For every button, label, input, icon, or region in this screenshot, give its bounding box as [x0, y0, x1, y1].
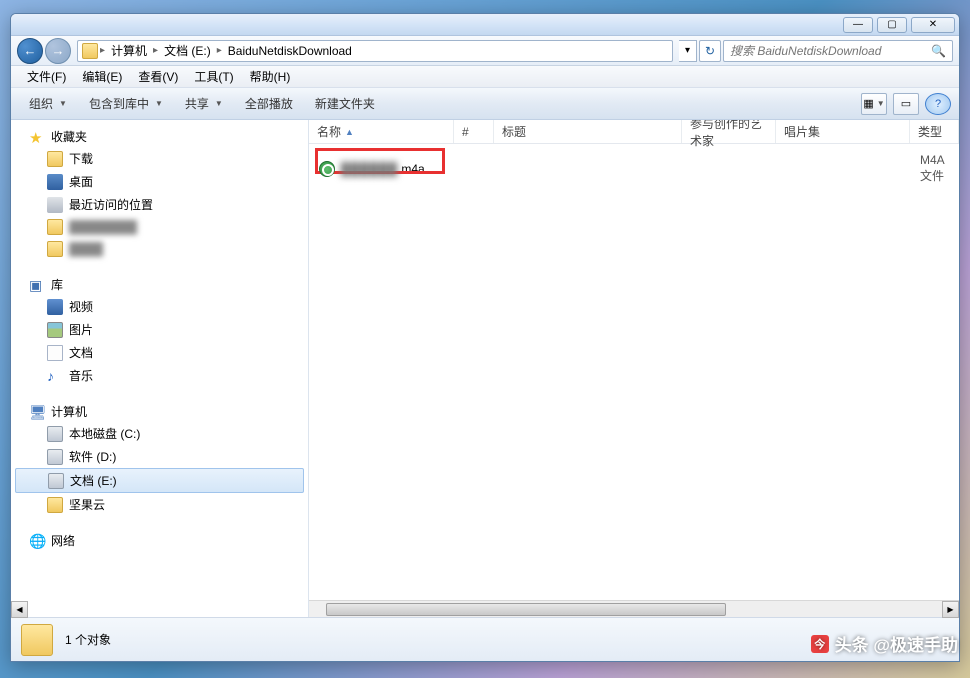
- menu-edit[interactable]: 编辑(E): [74, 68, 130, 85]
- column-name[interactable]: 名称▲: [309, 120, 454, 143]
- document-icon: [47, 345, 63, 361]
- library-icon: ▣: [29, 277, 45, 293]
- sidebar-item-drive-d[interactable]: 软件 (D:): [11, 445, 308, 468]
- sidebar-item-documents[interactable]: 文档: [11, 341, 308, 364]
- sidebar-item-drive-c[interactable]: 本地磁盘 (C:): [11, 422, 308, 445]
- folder-icon: [47, 241, 63, 257]
- sidebar: ★收藏夹 下载 桌面 最近访问的位置 ████████ ████ ▣库 视频 图…: [11, 120, 309, 617]
- preview-pane-button[interactable]: ▭: [893, 93, 919, 115]
- menu-file[interactable]: 文件(F): [19, 68, 74, 85]
- menubar: 文件(F) 编辑(E) 查看(V) 工具(T) 帮助(H): [11, 66, 959, 88]
- menu-help[interactable]: 帮助(H): [242, 68, 299, 85]
- maximize-button[interactable]: ▢: [877, 17, 907, 33]
- folder-icon: [82, 43, 98, 59]
- file-type: M4A 文件: [910, 153, 959, 184]
- breadcrumb-computer[interactable]: 计算机: [107, 42, 151, 59]
- column-number[interactable]: #: [454, 120, 494, 143]
- breadcrumb-drive[interactable]: 文档 (E:): [160, 42, 215, 59]
- scroll-right-button[interactable]: ▶: [942, 601, 959, 618]
- column-type[interactable]: 类型: [910, 120, 959, 143]
- explorer-window: — ▢ ✕ ← → ▸ 计算机 ▸ 文档 (E:) ▸ BaiduNetdisk…: [10, 13, 960, 662]
- chevron-right-icon[interactable]: ▸: [215, 45, 224, 56]
- sidebar-item-jianguo[interactable]: 坚果云: [11, 493, 308, 516]
- chevron-right-icon[interactable]: ▸: [98, 45, 107, 56]
- navbar: ← → ▸ 计算机 ▸ 文档 (E:) ▸ BaiduNetdiskDownlo…: [11, 36, 959, 66]
- watermark: 今 头条 @极速手助: [811, 631, 958, 656]
- desktop-icon: [47, 174, 63, 190]
- sidebar-item-desktop[interactable]: 桌面: [11, 170, 308, 193]
- file-ext: .m4a: [398, 162, 425, 176]
- sidebar-item-music[interactable]: ♪音乐: [11, 364, 308, 387]
- back-button[interactable]: ←: [17, 38, 43, 64]
- video-icon: [47, 299, 63, 315]
- file-row[interactable]: ██████.m4a M4A 文件: [309, 150, 959, 187]
- scroll-track[interactable]: [326, 601, 942, 617]
- horizontal-scrollbar[interactable]: ◀ ▶: [309, 600, 959, 617]
- menu-tools[interactable]: 工具(T): [186, 68, 241, 85]
- sort-arrow-icon: ▲: [345, 127, 354, 137]
- organize-button[interactable]: 组织▼: [19, 91, 77, 116]
- network-icon: 🌐: [29, 533, 45, 549]
- computer-icon: 🖥: [29, 404, 45, 420]
- toolbar: 组织▼ 包含到库中▼ 共享▼ 全部播放 新建文件夹 ▦▼ ▭ ?: [11, 88, 959, 120]
- breadcrumb-dropdown[interactable]: ▾: [679, 40, 697, 62]
- refresh-button[interactable]: ↻: [699, 40, 721, 62]
- search-box[interactable]: 🔍: [723, 40, 953, 62]
- star-icon: ★: [29, 129, 45, 145]
- file-name-blurred: ██████: [341, 162, 398, 176]
- recent-icon: [47, 197, 63, 213]
- sidebar-item-video[interactable]: 视频: [11, 295, 308, 318]
- status-text: 1 个对象: [65, 631, 111, 648]
- m4a-file-icon: [319, 161, 335, 177]
- view-mode-button[interactable]: ▦▼: [861, 93, 887, 115]
- sidebar-favorites[interactable]: ★收藏夹: [11, 126, 308, 147]
- scroll-thumb[interactable]: [326, 603, 726, 616]
- search-input[interactable]: [730, 44, 931, 58]
- include-library-button[interactable]: 包含到库中▼: [79, 91, 173, 116]
- folder-big-icon: [21, 624, 53, 656]
- sidebar-libraries[interactable]: ▣库: [11, 274, 308, 295]
- watermark-icon: 今: [811, 635, 829, 653]
- breadcrumb-folder[interactable]: BaiduNetdiskDownload: [224, 44, 356, 58]
- sidebar-item-blurred[interactable]: ████████: [11, 216, 308, 238]
- sidebar-item-recent[interactable]: 最近访问的位置: [11, 193, 308, 216]
- folder-icon: [47, 151, 63, 167]
- drive-icon: [47, 449, 63, 465]
- file-list[interactable]: ██████.m4a M4A 文件: [309, 144, 959, 600]
- sidebar-item-drive-e[interactable]: 文档 (E:): [15, 468, 304, 493]
- picture-icon: [47, 322, 63, 338]
- sidebar-network[interactable]: 🌐网络: [11, 530, 308, 551]
- minimize-button[interactable]: —: [843, 17, 873, 33]
- menu-view[interactable]: 查看(V): [130, 68, 186, 85]
- folder-icon: [47, 219, 63, 235]
- chevron-right-icon[interactable]: ▸: [151, 45, 160, 56]
- drive-icon: [47, 426, 63, 442]
- sidebar-item-blurred[interactable]: ████: [11, 238, 308, 260]
- search-icon[interactable]: 🔍: [931, 44, 946, 58]
- help-button[interactable]: ?: [925, 93, 951, 115]
- play-all-button[interactable]: 全部播放: [235, 91, 303, 116]
- column-headers: 名称▲ # 标题 参与创作的艺术家 唱片集 类型: [309, 120, 959, 144]
- music-icon: ♪: [47, 368, 63, 384]
- new-folder-button[interactable]: 新建文件夹: [305, 91, 385, 116]
- forward-button[interactable]: →: [45, 38, 71, 64]
- breadcrumb[interactable]: ▸ 计算机 ▸ 文档 (E:) ▸ BaiduNetdiskDownload: [77, 40, 673, 62]
- drive-icon: [48, 473, 64, 489]
- column-album[interactable]: 唱片集: [776, 120, 910, 143]
- sidebar-item-downloads[interactable]: 下载: [11, 147, 308, 170]
- file-view: 名称▲ # 标题 参与创作的艺术家 唱片集 类型 ██████.m4a: [309, 120, 959, 617]
- column-title[interactable]: 标题: [494, 120, 682, 143]
- folder-icon: [47, 497, 63, 513]
- content-area: ★收藏夹 下载 桌面 最近访问的位置 ████████ ████ ▣库 视频 图…: [11, 120, 959, 617]
- titlebar: — ▢ ✕: [11, 14, 959, 36]
- sidebar-item-pictures[interactable]: 图片: [11, 318, 308, 341]
- sidebar-computer[interactable]: 🖥计算机: [11, 401, 308, 422]
- close-button[interactable]: ✕: [911, 17, 955, 33]
- column-artist[interactable]: 参与创作的艺术家: [682, 120, 776, 143]
- share-button[interactable]: 共享▼: [175, 91, 233, 116]
